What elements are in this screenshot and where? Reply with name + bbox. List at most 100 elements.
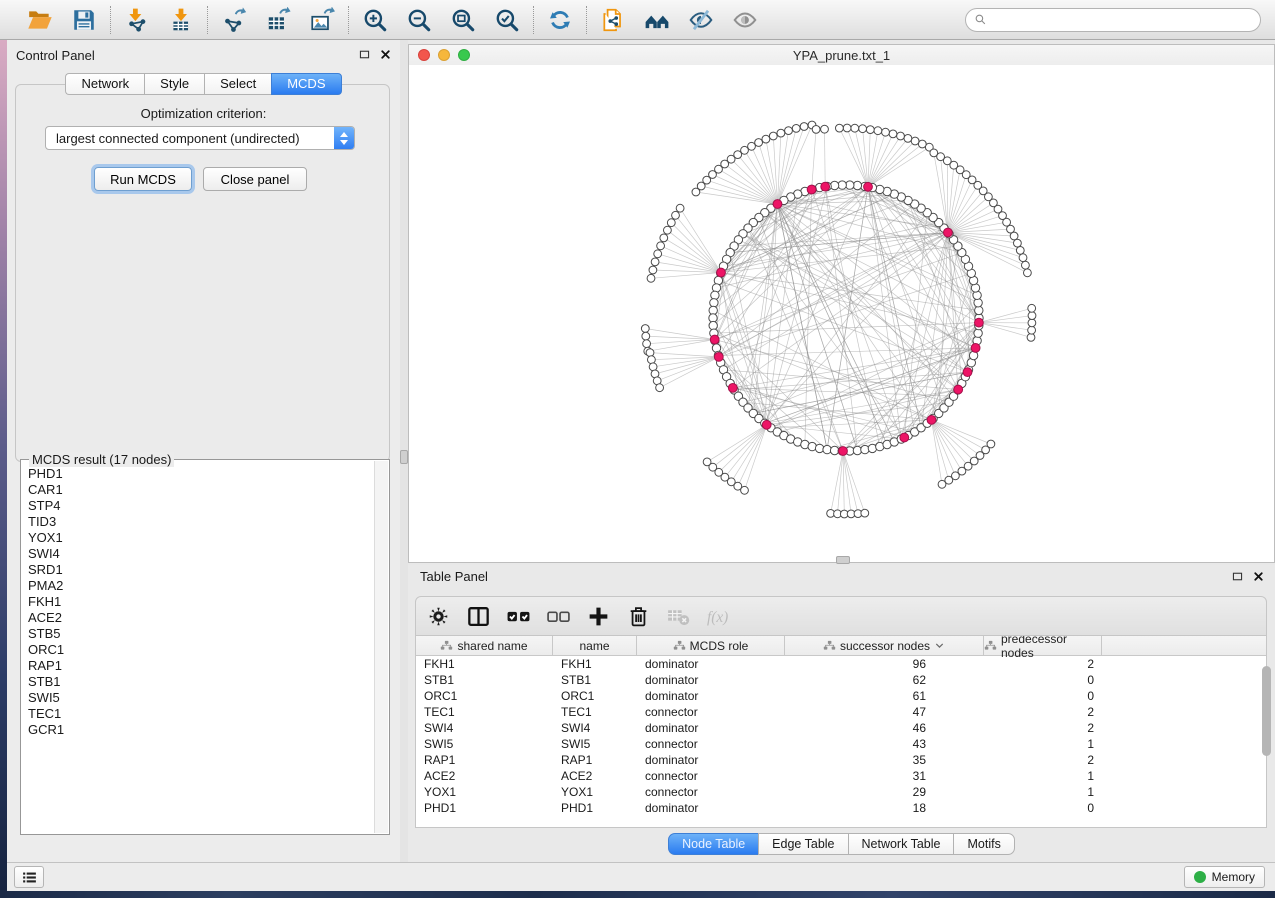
cell-shared-name[interactable]: ORC1 xyxy=(416,688,553,704)
cell-name[interactable]: YOX1 xyxy=(553,784,637,800)
close-panel-button[interactable]: Close panel xyxy=(203,167,307,191)
column-header-predecessor-nodes[interactable]: predecessor nodes xyxy=(984,636,1102,655)
network-node[interactable] xyxy=(974,329,982,337)
network-leaf-node[interactable] xyxy=(762,135,770,143)
mcds-result-item[interactable]: FKH1 xyxy=(28,594,374,610)
network-hub-node[interactable] xyxy=(944,228,953,237)
network-node[interactable] xyxy=(709,321,717,329)
network-hub-node[interactable] xyxy=(954,385,963,394)
network-leaf-node[interactable] xyxy=(755,139,763,147)
float-table-panel-icon[interactable] xyxy=(1231,570,1244,583)
add-column-icon[interactable] xyxy=(586,604,611,629)
network-leaf-node[interactable] xyxy=(646,349,654,357)
network-hub-node[interactable] xyxy=(975,318,984,327)
cell-successor-nodes[interactable]: 43 xyxy=(785,736,984,752)
network-leaf-node[interactable] xyxy=(647,274,655,282)
cell-successor-nodes[interactable]: 29 xyxy=(785,784,984,800)
network-leaf-node[interactable] xyxy=(897,132,905,140)
open-session-icon[interactable] xyxy=(27,7,53,33)
cell-MCDS-role[interactable]: connector xyxy=(637,768,785,784)
run-mcds-button[interactable]: Run MCDS xyxy=(94,167,192,191)
network-leaf-node[interactable] xyxy=(866,126,874,134)
zoom-in-icon[interactable] xyxy=(362,7,388,33)
network-node[interactable] xyxy=(815,444,823,452)
cell-shared-name[interactable]: SWI4 xyxy=(416,720,553,736)
vertical-splitter[interactable] xyxy=(400,40,408,862)
table-row[interactable]: YOX1YOX1connector291 xyxy=(416,784,1266,800)
cell-successor-nodes[interactable]: 46 xyxy=(785,720,984,736)
task-history-button[interactable] xyxy=(14,866,44,888)
memory-button[interactable]: Memory xyxy=(1184,866,1265,888)
network-leaf-node[interactable] xyxy=(1028,304,1036,312)
network-canvas[interactable] xyxy=(409,65,1274,562)
close-table-panel-icon[interactable] xyxy=(1252,570,1265,583)
cell-predecessor-nodes[interactable]: 0 xyxy=(984,800,1102,816)
network-leaf-node[interactable] xyxy=(649,363,657,371)
network-leaf-node[interactable] xyxy=(1028,312,1036,320)
network-leaf-node[interactable] xyxy=(800,123,808,131)
cell-MCDS-role[interactable]: dominator xyxy=(637,720,785,736)
cell-name[interactable]: FKH1 xyxy=(553,656,637,672)
table-row[interactable]: PHD1PHD1dominator180 xyxy=(416,800,1266,816)
network-node[interactable] xyxy=(861,445,869,453)
hide-details-icon[interactable] xyxy=(688,7,714,33)
cell-name[interactable]: ACE2 xyxy=(553,768,637,784)
cell-predecessor-nodes[interactable]: 2 xyxy=(984,656,1102,672)
network-leaf-node[interactable] xyxy=(874,127,882,135)
cell-MCDS-role[interactable]: dominator xyxy=(637,688,785,704)
mcds-result-item[interactable]: CAR1 xyxy=(28,482,374,498)
tab-network[interactable]: Network xyxy=(65,73,144,95)
network-leaf-node[interactable] xyxy=(741,486,749,494)
cell-successor-nodes[interactable]: 62 xyxy=(785,672,984,688)
network-leaf-node[interactable] xyxy=(930,149,938,157)
network-leaf-node[interactable] xyxy=(748,142,756,150)
save-session-icon[interactable] xyxy=(71,7,97,33)
network-hub-node[interactable] xyxy=(762,420,771,429)
network-leaf-node[interactable] xyxy=(664,226,672,234)
mcds-result-item[interactable]: TID3 xyxy=(28,514,374,530)
network-hub-node[interactable] xyxy=(900,433,909,442)
table-row[interactable]: ORC1ORC1dominator610 xyxy=(416,688,1266,704)
network-window-titlebar[interactable]: YPA_prune.txt_1 xyxy=(409,45,1274,66)
mcds-result-item[interactable]: STB1 xyxy=(28,674,374,690)
share-document-icon[interactable] xyxy=(600,7,626,33)
network-leaf-node[interactable] xyxy=(667,219,675,227)
cell-name[interactable]: TEC1 xyxy=(553,704,637,720)
zoom-selected-icon[interactable] xyxy=(494,7,520,33)
network-leaf-node[interactable] xyxy=(821,125,829,133)
network-leaf-node[interactable] xyxy=(1022,261,1030,269)
cell-MCDS-role[interactable]: connector xyxy=(637,784,785,800)
criterion-dropdown[interactable]: largest connected component (undirected) xyxy=(45,126,355,150)
tab-node-table[interactable]: Node Table xyxy=(668,833,758,855)
network-leaf-node[interactable] xyxy=(769,132,777,140)
table-row[interactable]: SWI4SWI4dominator462 xyxy=(416,720,1266,736)
column-header-name[interactable]: name xyxy=(553,636,637,655)
export-table-icon[interactable] xyxy=(265,7,291,33)
tab-mcds[interactable]: MCDS xyxy=(271,73,341,95)
cell-predecessor-nodes[interactable]: 1 xyxy=(984,736,1102,752)
select-all-icon[interactable] xyxy=(506,604,531,629)
network-leaf-node[interactable] xyxy=(851,124,859,132)
network-leaf-node[interactable] xyxy=(1028,319,1036,327)
tab-network-table[interactable]: Network Table xyxy=(848,833,954,855)
mcds-result-item[interactable]: ORC1 xyxy=(28,642,374,658)
network-leaf-node[interactable] xyxy=(648,356,656,364)
refresh-icon[interactable] xyxy=(547,7,573,33)
cell-MCDS-role[interactable]: connector xyxy=(637,736,785,752)
network-hub-node[interactable] xyxy=(963,368,972,377)
network-leaf-node[interactable] xyxy=(656,384,664,392)
network-node[interactable] xyxy=(710,299,718,307)
cell-MCDS-role[interactable]: dominator xyxy=(637,752,785,768)
mcds-result-item[interactable]: GCR1 xyxy=(28,722,374,738)
network-node[interactable] xyxy=(975,306,983,314)
mcds-result-item[interactable]: SRD1 xyxy=(28,562,374,578)
cell-name[interactable]: ORC1 xyxy=(553,688,637,704)
cell-successor-nodes[interactable]: 35 xyxy=(785,752,984,768)
network-leaf-node[interactable] xyxy=(918,140,926,148)
column-header-MCDS-role[interactable]: MCDS role xyxy=(637,636,785,655)
cell-shared-name[interactable]: RAP1 xyxy=(416,752,553,768)
cell-name[interactable]: RAP1 xyxy=(553,752,637,768)
cell-name[interactable]: STB1 xyxy=(553,672,637,688)
find-icon[interactable] xyxy=(644,7,670,33)
network-hub-node[interactable] xyxy=(717,268,726,277)
